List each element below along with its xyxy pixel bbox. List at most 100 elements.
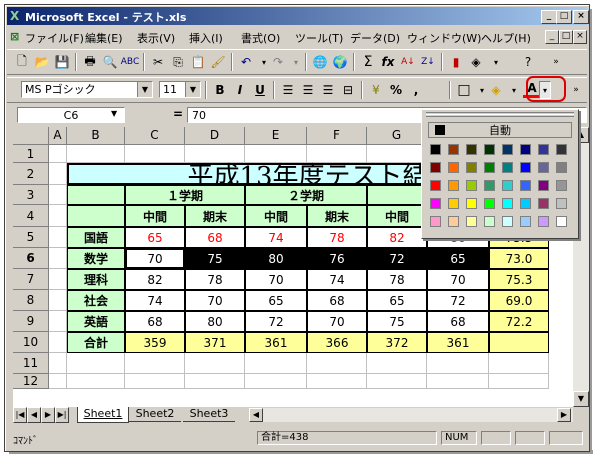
fill-color-icon[interactable]: ◈ — [487, 81, 505, 99]
print-preview-icon[interactable]: 🔍 — [101, 53, 119, 71]
color-swatch[interactable] — [466, 162, 477, 173]
hyperlink-icon[interactable]: 🌐 — [311, 53, 329, 71]
doc-close-button[interactable]: × — [573, 30, 587, 44]
color-swatch[interactable] — [448, 180, 459, 191]
color-swatch[interactable] — [502, 180, 513, 191]
grid-cell[interactable] — [307, 374, 367, 389]
data-cell[interactable]: 73.0 — [489, 248, 549, 269]
color-swatch[interactable] — [484, 144, 495, 155]
data-cell[interactable]: 80 — [185, 311, 245, 332]
toolbar-options-icon[interactable]: » — [547, 53, 565, 71]
font-combo[interactable]: MS Pゴシック ▼ — [21, 81, 153, 98]
grid-cell[interactable] — [367, 374, 427, 389]
active-cell[interactable]: 70 — [125, 248, 185, 269]
color-swatch[interactable] — [556, 162, 567, 173]
menu-view[interactable]: 表示(V) — [137, 30, 175, 46]
mid-header[interactable]: 中間 — [367, 205, 427, 227]
color-swatch[interactable] — [538, 180, 549, 191]
color-swatch[interactable] — [538, 162, 549, 173]
color-swatch[interactable] — [430, 198, 441, 209]
grid-cell[interactable] — [49, 269, 67, 290]
data-cell[interactable]: 74 — [307, 269, 367, 290]
row-header[interactable]: 8 — [13, 290, 49, 311]
grid-cell[interactable] — [49, 332, 67, 353]
grid-cell[interactable] — [489, 353, 549, 374]
undo-icon[interactable]: ↶ — [237, 53, 255, 71]
data-cell[interactable]: 78 — [367, 269, 427, 290]
grid-cell[interactable] — [185, 374, 245, 389]
percent-button[interactable]: % — [387, 81, 405, 99]
last-sheet-icon[interactable]: ▶| — [55, 407, 69, 423]
scroll-right-icon[interactable]: ▶ — [557, 408, 571, 422]
color-swatch[interactable] — [520, 180, 531, 191]
palette-title-bar[interactable] — [426, 112, 574, 117]
grid-cell[interactable] — [49, 290, 67, 311]
tab-sheet1[interactable]: Sheet1 — [77, 407, 129, 423]
data-cell[interactable]: 82 — [367, 227, 427, 248]
doc-minimize-button[interactable]: _ — [545, 30, 559, 44]
grid-cell[interactable] — [427, 353, 489, 374]
color-swatch[interactable] — [466, 144, 477, 155]
row-header[interactable]: 9 — [13, 311, 49, 332]
color-swatch[interactable] — [502, 144, 513, 155]
column-header[interactable]: C — [125, 127, 185, 145]
color-swatch[interactable] — [430, 216, 441, 227]
menu-help[interactable]: ヘルプ(H) — [481, 30, 531, 46]
color-swatch[interactable] — [448, 162, 459, 173]
row-header[interactable]: 6 — [13, 248, 49, 269]
data-cell[interactable]: 72 — [367, 248, 427, 269]
color-swatch[interactable] — [502, 162, 513, 173]
data-cell[interactable]: 70 — [185, 290, 245, 311]
data-cell[interactable]: 78 — [307, 227, 367, 248]
row-header[interactable]: 5 — [13, 227, 49, 248]
new-icon[interactable]: 🗋 — [13, 53, 31, 71]
drawing-icon[interactable]: ◈ — [467, 53, 485, 71]
format-painter-icon[interactable]: 🖌 — [209, 53, 227, 71]
data-cell[interactable]: 68 — [427, 311, 489, 332]
data-cell[interactable]: 75 — [185, 248, 245, 269]
autosum-icon[interactable]: Σ — [359, 53, 377, 71]
color-swatch[interactable] — [502, 198, 513, 209]
name-box[interactable]: C6 — [17, 107, 125, 123]
subject-label[interactable]: 社会 — [67, 290, 125, 311]
grid-cell[interactable] — [245, 374, 307, 389]
close-button[interactable]: × — [573, 10, 589, 24]
data-cell[interactable]: 65 — [367, 290, 427, 311]
grid-cell[interactable] — [67, 374, 125, 389]
toolbar-options-icon-2[interactable]: » — [567, 81, 585, 99]
minimize-button[interactable]: _ — [541, 10, 557, 24]
menu-file[interactable]: ファイル(F) — [25, 30, 84, 46]
select-all-corner[interactable] — [13, 127, 49, 145]
grid-cell[interactable] — [489, 374, 549, 389]
grid-cell[interactable] — [367, 353, 427, 374]
open-icon[interactable]: 📂 — [33, 53, 51, 71]
data-cell[interactable] — [489, 332, 549, 353]
redo-dropdown-icon[interactable]: ▾ — [287, 53, 305, 71]
grid-cell[interactable] — [67, 353, 125, 374]
data-cell[interactable]: 74 — [125, 290, 185, 311]
sort-descending-icon[interactable]: Z↓ — [419, 53, 437, 71]
color-swatch[interactable] — [448, 216, 459, 227]
row-header[interactable]: 7 — [13, 269, 49, 290]
data-cell[interactable]: 65 — [427, 248, 489, 269]
redo-icon[interactable]: ↷ — [269, 53, 287, 71]
data-cell[interactable]: 68 — [185, 227, 245, 248]
data-cell[interactable]: 74 — [245, 227, 307, 248]
color-swatch[interactable] — [556, 144, 567, 155]
color-swatch[interactable] — [538, 144, 549, 155]
menu-insert[interactable]: 挿入(I) — [189, 30, 223, 46]
grid-cell[interactable] — [125, 374, 185, 389]
data-cell[interactable]: 361 — [245, 332, 307, 353]
row-header[interactable]: 12 — [13, 374, 49, 389]
row-header[interactable]: 11 — [13, 353, 49, 374]
subject-label[interactable]: 理科 — [67, 269, 125, 290]
data-cell[interactable]: 82 — [125, 269, 185, 290]
align-center-icon[interactable]: ☰ — [299, 81, 317, 99]
grid-cell[interactable] — [49, 185, 67, 205]
grid-cell[interactable] — [49, 145, 67, 163]
comma-button[interactable]: , — [407, 81, 425, 99]
data-cell[interactable]: 371 — [185, 332, 245, 353]
auto-color-button[interactable]: 自動 — [428, 122, 572, 138]
tab-sheet2[interactable]: Sheet2 — [129, 407, 181, 422]
column-header[interactable]: E — [245, 127, 307, 145]
